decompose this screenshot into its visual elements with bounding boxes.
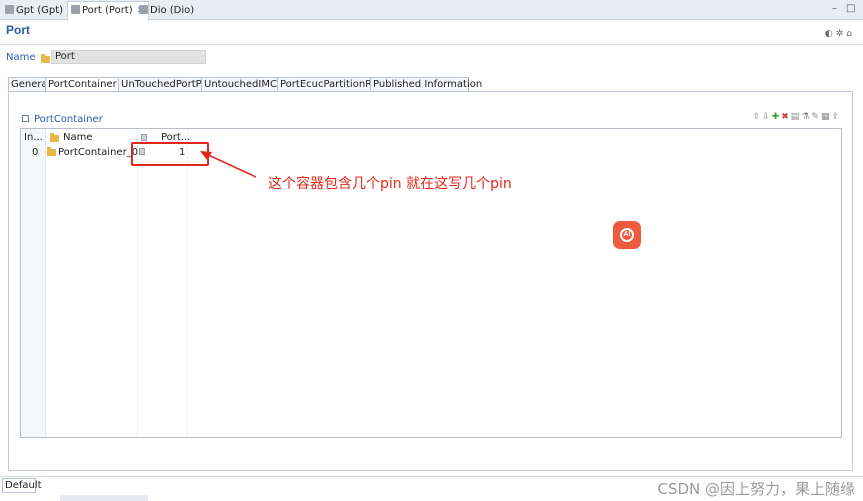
- folder-icon: [50, 133, 59, 142]
- tab-portecucpartitionref[interactable]: PortEcucPartitionRef: [277, 77, 381, 92]
- index-column: [21, 129, 46, 437]
- tab-untouchedimcr[interactable]: UntouchedIMCR: [201, 77, 284, 92]
- table-icon[interactable]: ▦: [821, 112, 832, 122]
- section-title: PortContainer: [22, 114, 103, 125]
- editor-tab-gpt[interactable]: Gpt (Gpt): [2, 2, 67, 20]
- document-icon: [141, 134, 147, 141]
- section-title-label: PortContainer: [34, 114, 103, 125]
- editor-tab-label: Dio (Dio): [150, 5, 195, 16]
- bottom-strip: [60, 495, 148, 501]
- header-index[interactable]: In...: [24, 132, 43, 143]
- delete-icon[interactable]: ✖: [781, 112, 791, 122]
- module-icon: [71, 5, 80, 14]
- folder-icon: [41, 54, 50, 63]
- row-index: 0: [32, 147, 39, 158]
- refresh-icon[interactable]: ◐: [825, 29, 836, 39]
- row-name[interactable]: PortContainer_0: [58, 147, 138, 158]
- watermark: CSDN @因上努力，果上随缘: [657, 480, 855, 498]
- ai-icon: AI: [620, 228, 634, 242]
- editor-tab-dio[interactable]: Dio (Dio): [136, 2, 198, 20]
- editor-tab-label: Port (Port): [82, 5, 133, 16]
- section-collapse-icon[interactable]: [22, 115, 29, 122]
- column-separator: [137, 129, 138, 437]
- tab-general[interactable]: General: [8, 77, 50, 92]
- move-up-icon[interactable]: ⇧: [753, 112, 763, 122]
- help-icon[interactable]: ⌂: [846, 29, 855, 39]
- header-name[interactable]: Name: [63, 132, 93, 143]
- edit-icon[interactable]: ✎: [811, 112, 821, 122]
- tab-untouchedportpin[interactable]: UnTouchedPortPin: [118, 77, 211, 92]
- copy-icon[interactable]: ▤: [791, 112, 802, 122]
- tab-published-information[interactable]: Published Information: [370, 77, 482, 92]
- maximize-button[interactable]: □: [846, 3, 855, 14]
- settings-icon[interactable]: ✲: [836, 29, 847, 39]
- editor-tab-strip: Gpt (Gpt) Port (Port)✕ Dio (Dio) – □: [0, 0, 863, 21]
- module-icon: [5, 5, 14, 14]
- tab-default[interactable]: Default: [2, 478, 42, 493]
- minimize-button[interactable]: –: [832, 3, 837, 14]
- filter-icon[interactable]: ⚗: [801, 112, 811, 122]
- ai-assistant-button[interactable]: AI: [613, 221, 641, 249]
- table-toolbar: ⇧⇩✚✖▤⚗✎▦⇪: [753, 112, 841, 122]
- header-toolbar: ◐✲⌂: [825, 29, 855, 39]
- name-field[interactable]: Port: [51, 50, 206, 64]
- name-label: Name: [6, 52, 36, 63]
- header-divider: [0, 44, 863, 45]
- column-separator: [187, 129, 188, 437]
- module-icon: [139, 5, 148, 14]
- annotation-arrow: [200, 151, 257, 178]
- add-icon[interactable]: ✚: [772, 112, 782, 122]
- move-down-icon[interactable]: ⇩: [762, 112, 772, 122]
- annotation-text: 这个容器包含几个pin 就在这写几个pin: [268, 176, 512, 192]
- editor-tab-label: Gpt (Gpt): [16, 5, 64, 16]
- page-title: Port: [6, 23, 30, 37]
- export-icon[interactable]: ⇪: [831, 112, 841, 122]
- folder-icon: [47, 147, 56, 156]
